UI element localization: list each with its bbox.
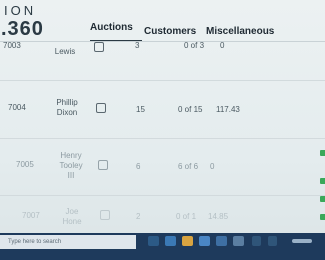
row-divider bbox=[0, 195, 325, 196]
row-checkbox[interactable] bbox=[98, 160, 108, 170]
row-name: Phillip Dixon bbox=[56, 98, 78, 117]
row-count: 6 bbox=[136, 162, 141, 171]
row-divider bbox=[0, 138, 325, 139]
app-logo: ION .360 bbox=[0, 4, 44, 39]
app-window: ION .360 Auctions Customers Miscellaneou… bbox=[0, 0, 325, 260]
row-checkbox[interactable] bbox=[100, 210, 110, 220]
app-icon[interactable] bbox=[233, 236, 244, 246]
row-checkbox[interactable] bbox=[96, 103, 106, 113]
app-icon[interactable] bbox=[252, 236, 261, 246]
task-view-icon[interactable] bbox=[148, 236, 159, 246]
taskbar: Type here to search bbox=[0, 233, 325, 260]
row-amount: 117.43 bbox=[216, 105, 240, 114]
row-ratio: 0 of 3 bbox=[184, 41, 205, 50]
file-explorer-icon[interactable] bbox=[182, 236, 193, 246]
status-indicator bbox=[320, 214, 325, 220]
logo-bottom-text: .360 bbox=[1, 18, 44, 40]
row-id: 7007 bbox=[22, 211, 40, 220]
taskbar-search-input[interactable]: Type here to search bbox=[0, 235, 136, 249]
system-tray-icon[interactable] bbox=[292, 239, 312, 243]
row-name: Henry Tooley III bbox=[59, 151, 83, 180]
row-ratio: 0 of 1 bbox=[176, 212, 197, 221]
row-count: 15 bbox=[136, 105, 145, 114]
table-row[interactable]: 7003 Lewis 3 0 of 3 0 bbox=[0, 40, 325, 62]
row-name: Lewis bbox=[54, 47, 76, 56]
row-id: 7005 bbox=[16, 160, 34, 169]
row-ratio: 0 of 15 bbox=[178, 105, 203, 114]
tab-auctions[interactable]: Auctions bbox=[90, 22, 142, 42]
mail-icon[interactable] bbox=[216, 236, 227, 246]
store-icon[interactable] bbox=[199, 236, 210, 246]
app-icon[interactable] bbox=[268, 236, 277, 246]
status-indicator bbox=[320, 178, 325, 184]
table-row[interactable]: 7005 Henry Tooley III 6 6 of 6 0 bbox=[0, 150, 325, 182]
row-name: Joe Hone bbox=[62, 207, 82, 226]
row-count: 3 bbox=[135, 41, 140, 50]
status-indicator bbox=[320, 196, 325, 202]
row-count: 2 bbox=[136, 212, 141, 221]
logo-top-text: ION bbox=[4, 3, 37, 18]
table-row[interactable]: 7004 Phillip Dixon 15 0 of 15 117.43 bbox=[0, 96, 325, 126]
row-divider bbox=[0, 80, 325, 81]
row-amount: 0 bbox=[220, 41, 225, 50]
tab-customers[interactable]: Customers bbox=[144, 26, 196, 37]
row-amount: 14.85 bbox=[208, 212, 229, 221]
row-checkbox[interactable] bbox=[94, 42, 104, 52]
row-amount: 0 bbox=[210, 162, 215, 171]
status-indicator bbox=[320, 150, 325, 156]
row-id: 7004 bbox=[8, 103, 26, 112]
row-id: 7003 bbox=[3, 41, 21, 50]
tab-miscellaneous[interactable]: Miscellaneous bbox=[206, 26, 274, 37]
main-tabs: Auctions Customers Miscellaneous bbox=[86, 22, 325, 42]
tab-auctions-label: Auctions bbox=[90, 22, 133, 33]
edge-browser-icon[interactable] bbox=[165, 236, 176, 246]
row-ratio: 6 of 6 bbox=[178, 162, 199, 171]
table-row[interactable]: 7007 Joe Hone 2 0 of 1 14.85 bbox=[0, 206, 325, 230]
